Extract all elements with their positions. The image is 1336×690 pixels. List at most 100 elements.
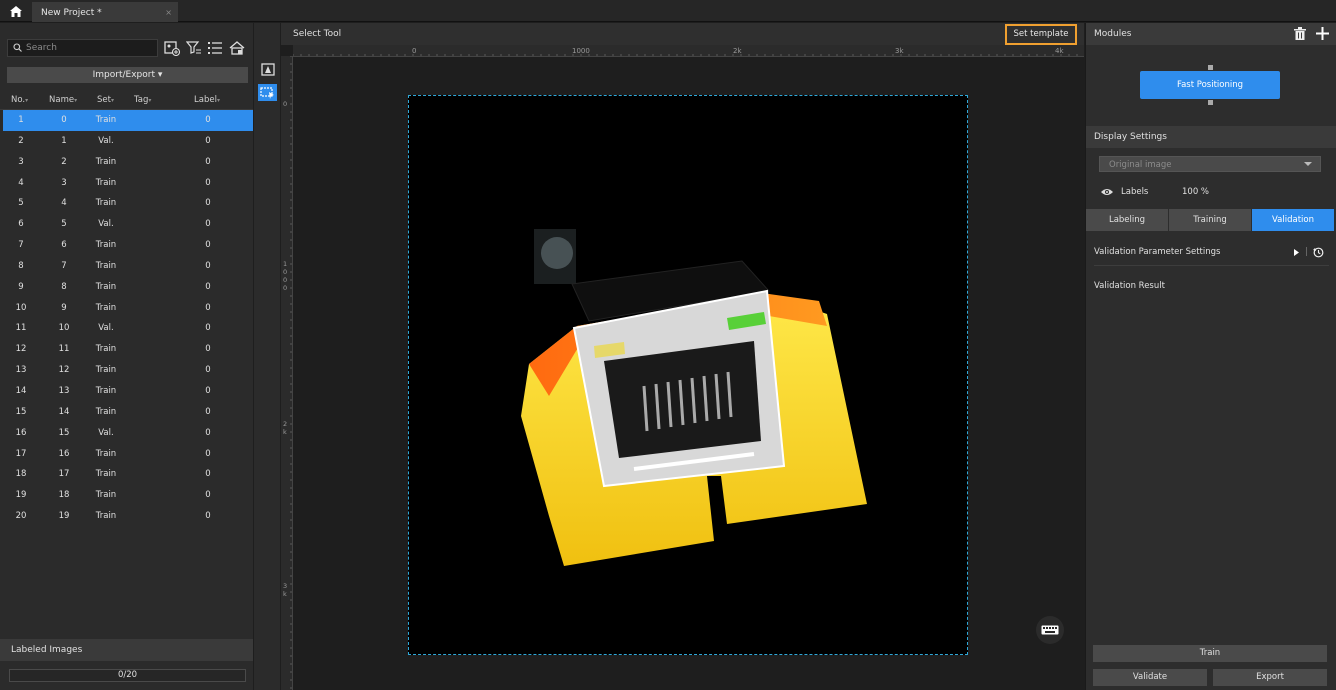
tab-training[interactable]: Training <box>1169 209 1251 231</box>
table-row[interactable]: 9 8 Train 0 <box>3 277 253 298</box>
horizontal-ruler: 0 1000 2k 3k 4k <box>293 45 1084 57</box>
table-row[interactable]: 7 6 Train 0 <box>3 235 253 256</box>
vertical-ruler: 010002k3k <box>281 56 293 690</box>
set-template-button[interactable]: Set template <box>1005 24 1077 45</box>
select-tool-icon[interactable] <box>258 61 277 78</box>
add-module-icon[interactable] <box>1316 27 1329 40</box>
table-row[interactable]: 6 5 Val. 0 <box>3 214 253 235</box>
column-header-name[interactable]: Name▾ <box>49 95 77 105</box>
row-set: Train <box>95 406 117 417</box>
row-name: 15 <box>58 427 70 438</box>
row-label: 0 <box>205 156 211 167</box>
row-label: 0 <box>205 469 211 480</box>
h-ruler-label: 3k <box>895 47 904 55</box>
row-name: 9 <box>61 302 67 313</box>
project-tab[interactable]: New Project * × <box>32 2 178 22</box>
labels-visibility-row: Labels 100 % <box>1101 186 1301 200</box>
table-row[interactable]: 10 9 Train 0 <box>3 298 253 319</box>
row-label: 0 <box>205 490 211 501</box>
tab-labeling[interactable]: Labeling <box>1086 209 1168 231</box>
table-row[interactable]: 18 17 Train 0 <box>3 464 253 485</box>
validation-parameter-settings[interactable]: Validation Parameter Settings | <box>1094 246 1329 266</box>
row-name: 6 <box>61 240 67 251</box>
template-tool-icon[interactable] <box>258 84 277 101</box>
filter-icon[interactable] <box>185 40 202 56</box>
row-no: 15 <box>15 406 27 417</box>
row-no: 19 <box>15 490 27 501</box>
row-label: 0 <box>205 281 211 292</box>
table-row[interactable]: 16 15 Val. 0 <box>3 423 253 444</box>
column-header-no[interactable]: No.▾ <box>11 95 28 105</box>
row-name: 3 <box>61 177 67 188</box>
row-name: 13 <box>58 385 70 396</box>
reset-history-icon[interactable] <box>1313 247 1324 258</box>
modules-header: Modules <box>1086 23 1336 45</box>
fast-positioning-module[interactable]: Fast Positioning <box>1140 71 1280 99</box>
column-header-label[interactable]: Label▾ <box>194 95 220 105</box>
row-label: 0 <box>205 385 211 396</box>
table-row[interactable]: 5 4 Train 0 <box>3 193 253 214</box>
table-row[interactable]: 8 7 Train 0 <box>3 256 253 277</box>
row-set: Val. <box>98 427 114 438</box>
modules-title: Modules <box>1094 29 1132 39</box>
table-row[interactable]: 17 16 Train 0 <box>3 444 253 465</box>
tab-validation[interactable]: Validation <box>1252 209 1334 231</box>
row-label: 0 <box>205 427 211 438</box>
v-ruler-label: 2 <box>283 420 287 428</box>
home-icon[interactable] <box>6 3 26 20</box>
close-tab-icon[interactable]: × <box>165 8 172 17</box>
column-header-set[interactable]: Set▾ <box>97 95 114 105</box>
table-row[interactable]: 13 12 Train 0 <box>3 360 253 381</box>
labels-opacity[interactable]: 100 % <box>1182 187 1209 197</box>
expand-arrow-icon[interactable] <box>1294 249 1299 256</box>
table-row[interactable]: 1 0 Train 0 <box>3 110 253 131</box>
row-set: Train <box>95 260 117 271</box>
row-no: 2 <box>18 135 24 146</box>
train-button[interactable]: Train <box>1093 645 1327 662</box>
validation-parameter-settings-label: Validation Parameter Settings <box>1094 247 1221 257</box>
row-label: 0 <box>205 302 211 313</box>
row-set: Train <box>95 344 117 355</box>
export-button[interactable]: Export <box>1213 669 1327 686</box>
column-header-tag[interactable]: Tag▾ <box>134 95 151 105</box>
table-row[interactable]: 12 11 Train 0 <box>3 339 253 360</box>
v-ruler-label: 1 <box>283 260 287 268</box>
row-no: 16 <box>15 427 27 438</box>
table-row[interactable]: 2 1 Val. 0 <box>3 131 253 152</box>
h-ruler-label: 2k <box>733 47 742 55</box>
list-view-icon[interactable] <box>207 40 223 56</box>
row-no: 13 <box>15 365 27 376</box>
table-row[interactable]: 15 14 Train 0 <box>3 402 253 423</box>
display-mode-select[interactable]: Original image <box>1099 156 1321 172</box>
row-no: 12 <box>15 344 27 355</box>
delete-module-icon[interactable] <box>1294 27 1306 40</box>
h-ruler-label: 1000 <box>572 47 590 55</box>
eye-icon[interactable] <box>1101 188 1113 196</box>
row-no: 11 <box>15 323 27 334</box>
row-set: Train <box>95 385 117 396</box>
import-export-button[interactable]: Import/Export ▾ <box>7 67 248 83</box>
row-set: Train <box>95 198 117 209</box>
table-row[interactable]: 19 18 Train 0 <box>3 485 253 506</box>
table-row[interactable]: 3 2 Train 0 <box>3 152 253 173</box>
v-ruler-label: 0 <box>283 276 287 284</box>
add-image-icon[interactable] <box>164 40 181 57</box>
current-image[interactable] <box>408 95 968 655</box>
row-set: Train <box>95 469 117 480</box>
table-row[interactable]: 14 13 Train 0 <box>3 381 253 402</box>
image-mode-icon[interactable] <box>229 40 245 56</box>
table-row[interactable]: 11 10 Val. 0 <box>3 318 253 339</box>
validate-button[interactable]: Validate <box>1093 669 1207 686</box>
row-name: 16 <box>58 448 70 459</box>
v-ruler-label: 0 <box>283 284 287 292</box>
keyboard-shortcut-button[interactable] <box>1036 616 1064 644</box>
table-row[interactable]: 20 19 Train 0 <box>3 506 253 527</box>
display-mode-value: Original image <box>1109 160 1172 170</box>
row-set: Val. <box>98 323 114 334</box>
table-row[interactable]: 4 3 Train 0 <box>3 173 253 194</box>
labeled-images-title: Labeled Images <box>11 645 83 655</box>
row-name: 11 <box>58 344 70 355</box>
row-no: 1 <box>18 115 24 125</box>
search-input[interactable]: Search <box>7 39 158 57</box>
rj45-connector-image <box>521 229 867 566</box>
